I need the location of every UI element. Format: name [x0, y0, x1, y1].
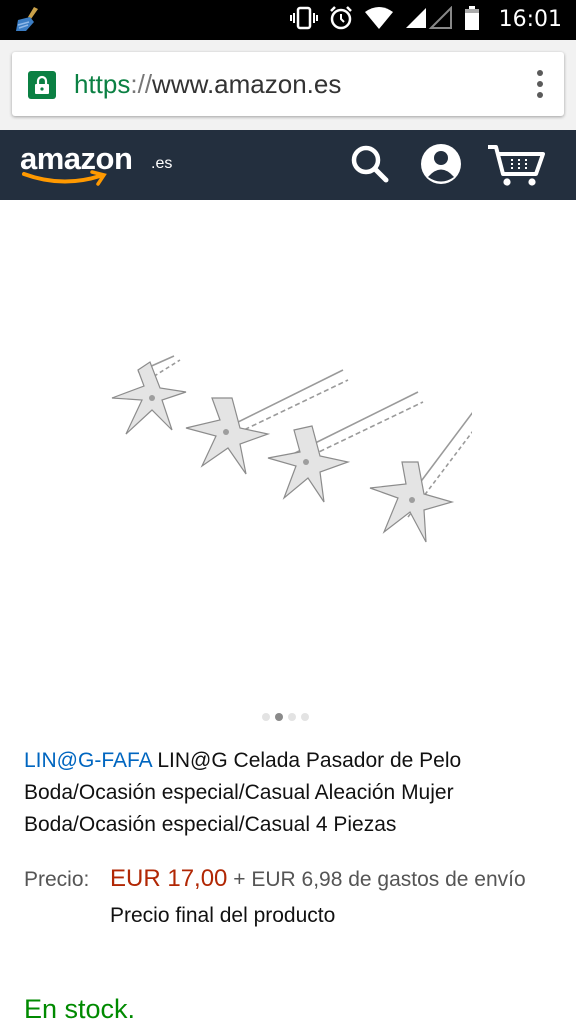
carousel-dot[interactable] [288, 713, 296, 721]
url-text[interactable]: https://www.amazon.es [74, 68, 341, 100]
account-icon[interactable] [419, 142, 463, 191]
logo-tld: .es [151, 155, 173, 172]
system-icons [290, 5, 480, 35]
vibrate-icon [290, 6, 318, 35]
brand-link[interactable]: LIN@G-FAFA [24, 749, 152, 772]
search-icon[interactable] [350, 142, 390, 191]
image-carousel-dots[interactable] [262, 713, 309, 721]
amazon-logo[interactable]: amazon .es [20, 140, 190, 190]
starfish-hair-pins-image [111, 355, 477, 543]
product-title: LIN@G-FAFA LIN@G Celada Pasador de Pelo … [24, 745, 554, 841]
secure-lock-icon[interactable] [28, 71, 56, 99]
battery-icon [464, 5, 480, 35]
carousel-dot[interactable] [301, 713, 309, 721]
logo-smile-arrow [22, 170, 107, 186]
browser-toolbar: https://www.amazon.es [0, 40, 576, 130]
wifi-icon [364, 6, 394, 35]
url-separator: :// [130, 69, 153, 99]
kebab-menu-icon[interactable] [530, 68, 550, 100]
clock: 16:01 [498, 7, 562, 32]
url-scheme: https [74, 69, 131, 99]
alarm-icon [328, 5, 354, 35]
stock-status: En stock. [24, 994, 136, 1024]
price-block: EUR 17,00 + EUR 6,98 de gastos de envío … [110, 862, 530, 931]
price-final-note: Precio final del producto [110, 904, 336, 927]
price-label: Precio: [24, 868, 90, 891]
status-bar: 16:01 [0, 0, 576, 40]
price-value: EUR 17,00 [110, 865, 228, 892]
carousel-dot[interactable] [262, 713, 270, 721]
shipping-cost: + EUR 6,98 de gastos de envío [227, 868, 526, 891]
product-image[interactable] [108, 222, 477, 694]
address-bar[interactable]: https://www.amazon.es [12, 52, 564, 116]
url-host: www.amazon.es [152, 69, 342, 99]
price-line: EUR 17,00 + EUR 6,98 de gastos de envío [110, 862, 530, 897]
signal-icon [404, 5, 454, 35]
cleaner-broom-icon [14, 6, 42, 37]
amazon-header: amazon .es [0, 130, 576, 200]
carousel-dot-active[interactable] [275, 713, 283, 721]
cart-icon[interactable] [486, 142, 548, 193]
